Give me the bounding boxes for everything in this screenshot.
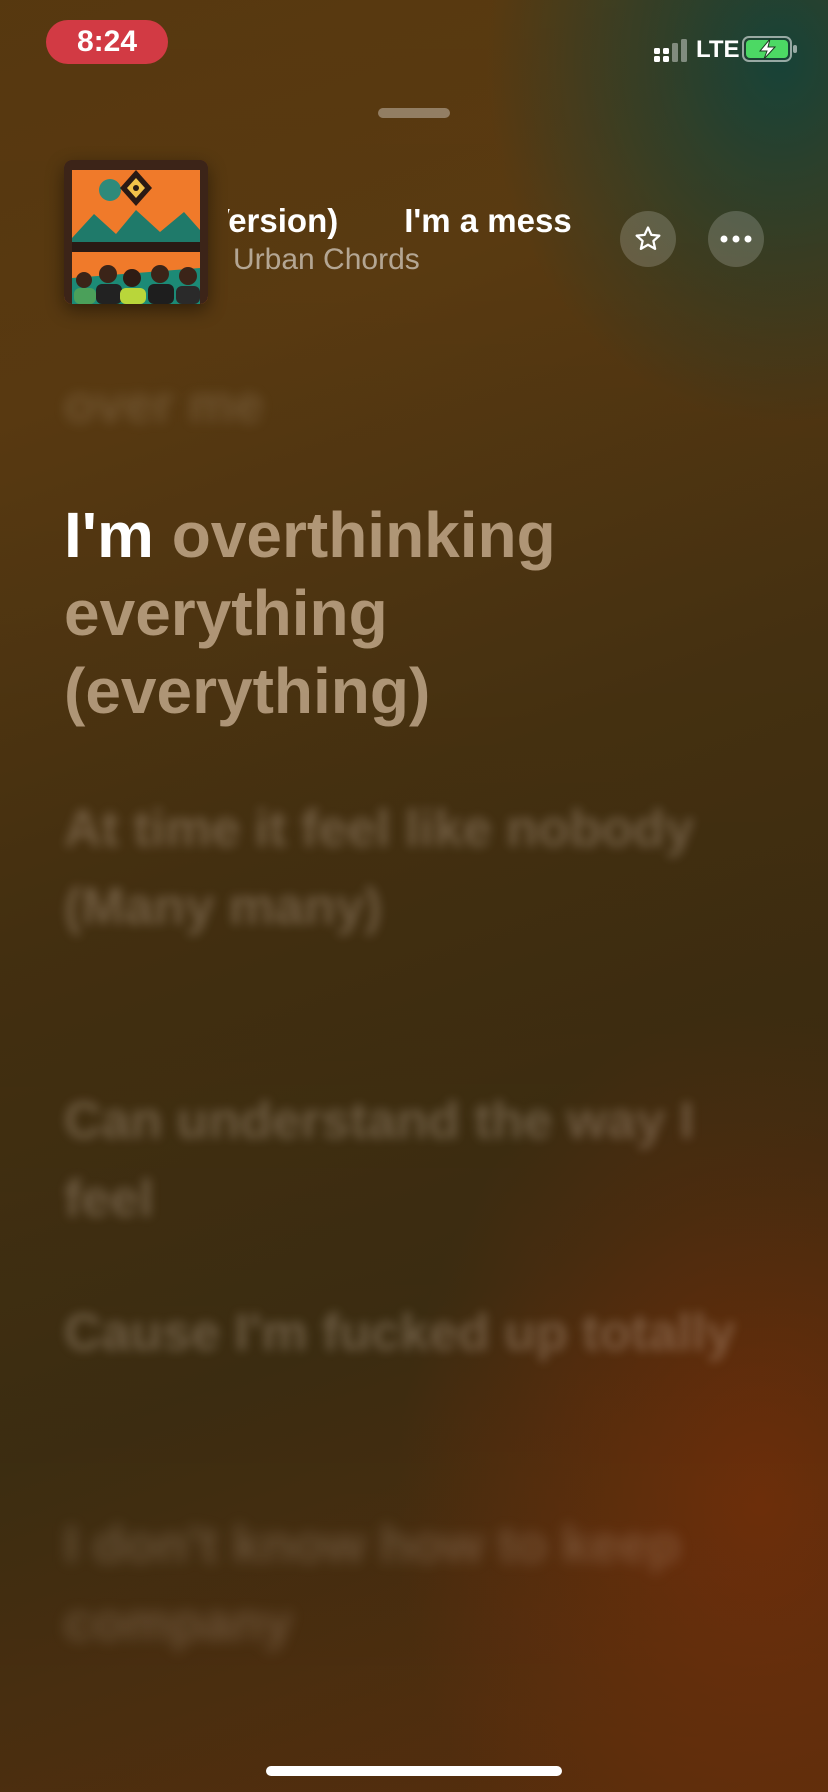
cellular-signal-icon — [654, 39, 687, 62]
sheet-grabber[interactable] — [378, 108, 450, 118]
lyric-line-upcoming[interactable]: Cause I'm fucked up totally — [64, 1294, 754, 1372]
more-options-button[interactable] — [708, 211, 764, 267]
status-time[interactable]: 8:24 — [46, 20, 168, 64]
favorite-button[interactable] — [620, 211, 676, 267]
artist-name[interactable]: Urban Chords — [233, 240, 420, 280]
lyric-line-upcoming[interactable]: I don't know how to keep company — [64, 1506, 754, 1662]
album-artwork[interactable] — [64, 160, 208, 304]
song-title-part: r Version) — [228, 202, 339, 239]
carrier-label: LTE — [696, 36, 740, 63]
battery-charging-icon — [742, 36, 797, 62]
ellipsis-icon — [720, 235, 752, 243]
song-title-marquee[interactable]: r Version) I'm a mess — [228, 198, 612, 244]
lyric-line-upcoming[interactable]: Can understand the way I feel — [64, 1082, 754, 1238]
home-indicator[interactable] — [266, 1766, 562, 1776]
lyric-line-current[interactable]: I'm overthinking everything (everything) — [64, 496, 754, 730]
lyric-line-previous[interactable]: over me — [64, 366, 754, 444]
status-bar: 8:24 LTE — [0, 0, 828, 86]
lyric-sung-text: I'm — [64, 499, 172, 571]
song-title-part: I'm a mess — [404, 202, 572, 239]
album-art-image — [64, 160, 208, 304]
star-icon — [635, 226, 661, 250]
lyric-line-upcoming[interactable]: At time it feel like nobody (Many many) — [64, 790, 754, 946]
